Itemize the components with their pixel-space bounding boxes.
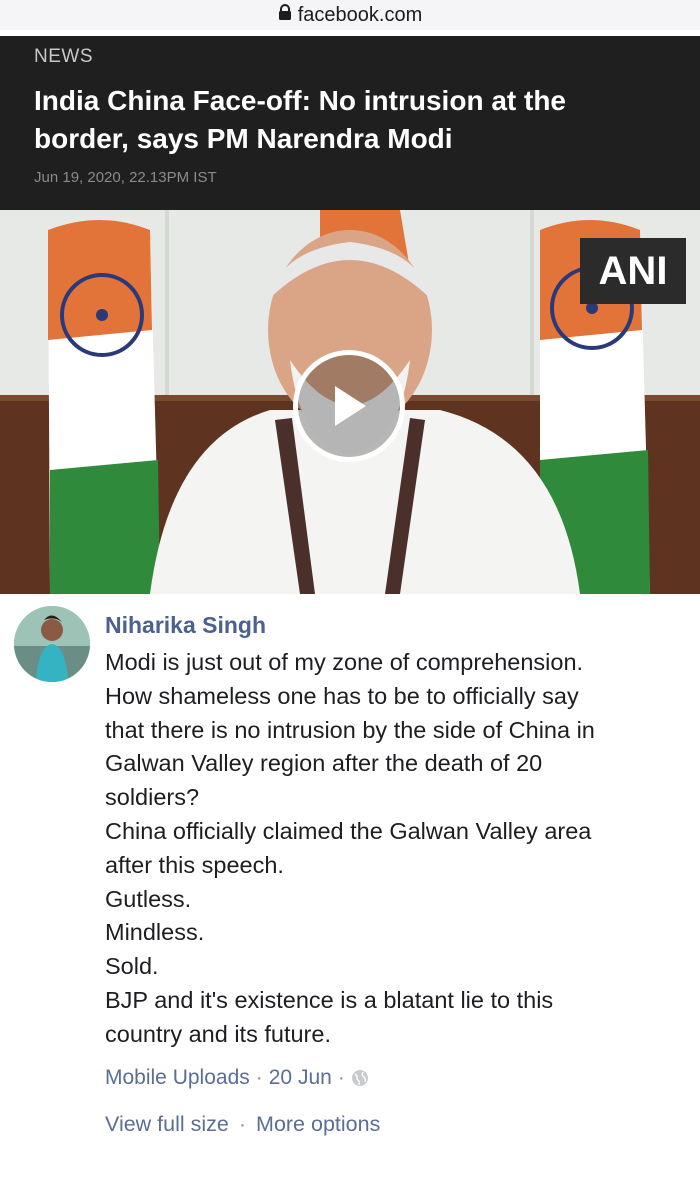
- comment-line: soldiers?: [105, 784, 200, 811]
- url-text: facebook.com: [297, 3, 423, 26]
- play-button[interactable]: [293, 350, 405, 462]
- headline-line-2: border, says PM Narendra Modi: [34, 123, 453, 154]
- avatar-photo: [14, 606, 90, 682]
- comment-line: BJP and it's existence is a blatant lie …: [105, 986, 554, 1013]
- news-card[interactable]: NEWS India China Face-off: No intrusion …: [0, 36, 700, 210]
- photo-actions: View full size · More options: [105, 1112, 380, 1137]
- comment-line: that there is no intrusion by the side o…: [105, 716, 595, 743]
- meta-separator: ·: [255, 1066, 263, 1089]
- post-meta: Mobile Uploads · 20 Jun ·: [105, 1066, 369, 1090]
- comment-line: Sold.: [105, 953, 159, 980]
- comment-line: country and its future.: [105, 1020, 331, 1047]
- post-date[interactable]: 20 Jun: [269, 1066, 332, 1090]
- play-icon: [335, 386, 366, 426]
- video-thumbnail[interactable]: ANI: [0, 210, 700, 594]
- avatar[interactable]: [14, 606, 90, 682]
- action-separator: ·: [238, 1112, 247, 1136]
- comment-line: Galwan Valley region after the death of …: [105, 750, 543, 777]
- globe-icon: [351, 1069, 369, 1087]
- comment-line: Modi is just out of my zone of comprehen…: [105, 649, 584, 675]
- comment-author[interactable]: Niharika Singh: [105, 612, 266, 639]
- comment-line: China officially claimed the Galwan Vall…: [105, 817, 592, 844]
- album-link[interactable]: Mobile Uploads: [105, 1066, 250, 1090]
- more-options-link[interactable]: More options: [256, 1112, 380, 1136]
- comment-line: after this speech.: [105, 851, 284, 878]
- comment-text: Modi is just out of my zone of comprehen…: [105, 646, 685, 1052]
- ani-watermark: ANI: [580, 238, 686, 304]
- headline-line-1: India China Face-off: No intrusion at th…: [34, 85, 566, 116]
- meta-separator: ·: [337, 1066, 345, 1089]
- comment-line: How shameless one has to be to officiall…: [105, 682, 579, 709]
- comment-line: Gutless.: [105, 885, 192, 912]
- address-bar[interactable]: facebook.com: [0, 0, 700, 30]
- view-full-size-link[interactable]: View full size: [105, 1112, 229, 1136]
- lock-icon: [278, 3, 292, 27]
- news-headline[interactable]: India China Face-off: No intrusion at th…: [34, 82, 674, 158]
- news-date: Jun 19, 2020, 22.13PM IST: [34, 169, 217, 186]
- comment-line: Mindless.: [105, 919, 205, 946]
- news-kicker: NEWS: [34, 46, 93, 67]
